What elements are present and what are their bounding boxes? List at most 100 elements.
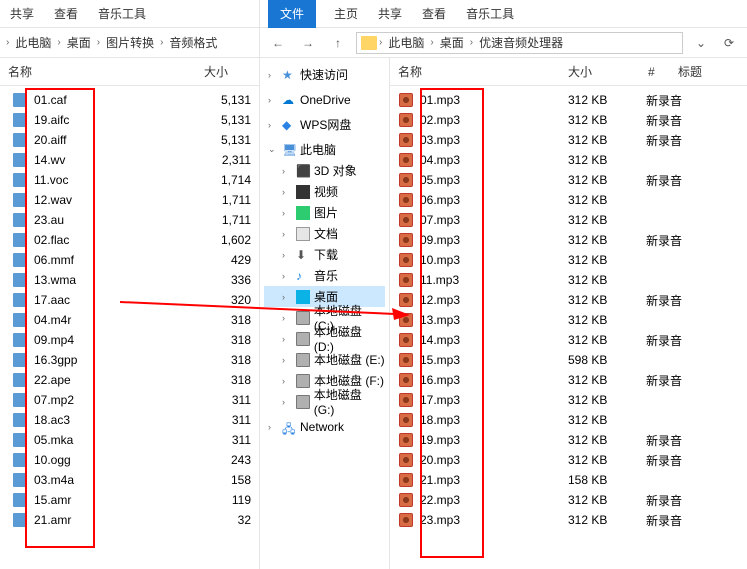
file-row[interactable]: 04.mp3 312 KB [398, 150, 747, 170]
file-row[interactable]: 15.mp3 598 KB [398, 350, 747, 370]
nav-back-button[interactable]: ← [266, 31, 290, 55]
file-row[interactable]: 18.ac3 311 [12, 410, 251, 430]
tree-item[interactable]: › 图片 [264, 202, 385, 223]
tree-quick-access[interactable]: › ★ 快速访问 [264, 64, 385, 85]
tab-view[interactable]: 查看 [420, 1, 448, 26]
file-row[interactable]: 14.mp3 312 KB 新录音 [398, 330, 747, 350]
tab-file[interactable]: 文件 [268, 0, 316, 28]
file-row[interactable]: 09.mp4 318 [12, 330, 251, 350]
tree-item[interactable]: › 文档 [264, 223, 385, 244]
tree-network[interactable]: › 🖧 Network [264, 416, 385, 437]
file-row[interactable]: 12.wav 1,711 [12, 190, 251, 210]
tree-item[interactable]: › ⬛ 3D 对象 [264, 160, 385, 181]
crumb-folder[interactable]: 优速音频处理器 [475, 32, 567, 53]
left-breadcrumb[interactable]: › 此电脑 › 桌面 › 图片转换 › 音频格式 [0, 28, 259, 58]
col-header-size[interactable]: 大小 [568, 63, 648, 80]
tree-onedrive[interactable]: › ☁ OneDrive [264, 89, 385, 110]
file-name: 15.mp3 [420, 353, 568, 367]
col-header-size[interactable]: 大小 [168, 63, 228, 80]
file-row[interactable]: 10.ogg 243 [12, 450, 251, 470]
file-name: 23.au [34, 213, 197, 227]
file-row[interactable]: 16.3gpp 318 [12, 350, 251, 370]
tab-share[interactable]: 共享 [376, 1, 404, 26]
file-row[interactable]: 20.aiff 5,131 [12, 130, 251, 150]
file-row[interactable]: 19.aifc 5,131 [12, 110, 251, 130]
col-header-index[interactable]: # [648, 65, 678, 79]
file-row[interactable]: 06.mmf 429 [12, 250, 251, 270]
mp3-file-icon [398, 352, 414, 368]
nav-forward-button[interactable]: → [296, 31, 320, 55]
tab-music-tools[interactable]: 音乐工具 [464, 1, 516, 26]
tree-item[interactable]: › 本地磁盘 (G:) [264, 391, 385, 412]
file-row[interactable]: 03.mp3 312 KB 新录音 [398, 130, 747, 150]
file-row[interactable]: 14.wv 2,311 [12, 150, 251, 170]
tree-this-pc[interactable]: ⌄ 🖥 此电脑 [264, 139, 385, 160]
tree-item[interactable]: › ⬇ 下载 [264, 244, 385, 265]
file-row[interactable]: 02.mp3 312 KB 新录音 [398, 110, 747, 130]
file-row[interactable]: 17.aac 320 [12, 290, 251, 310]
file-row[interactable]: 18.mp3 312 KB [398, 410, 747, 430]
tree-item[interactable]: › 本地磁盘 (D:) [264, 328, 385, 349]
file-size: 312 KB [568, 113, 646, 127]
chevron-right-icon: › [282, 166, 292, 176]
audio-file-icon [12, 92, 28, 108]
tab-view[interactable]: 查看 [52, 1, 80, 26]
navigation-tree: › ★ 快速访问 › ☁ OneDrive › ◆ WPS网盘 [260, 58, 390, 569]
tree-item[interactable]: › 本地磁盘 (E:) [264, 349, 385, 370]
file-row[interactable]: 06.mp3 312 KB [398, 190, 747, 210]
col-header-name[interactable]: 名称 [398, 63, 568, 80]
crumb-desktop[interactable]: 桌面 [63, 32, 95, 53]
crumb-folder[interactable]: 音频格式 [165, 32, 221, 53]
refresh-button[interactable]: ⟳ [717, 31, 741, 55]
file-row[interactable]: 23.au 1,711 [12, 210, 251, 230]
file-row[interactable]: 02.flac 1,602 [12, 230, 251, 250]
file-row[interactable]: 21.mp3 158 KB [398, 470, 747, 490]
file-row[interactable]: 05.mka 311 [12, 430, 251, 450]
file-size: 318 [197, 333, 251, 347]
file-row[interactable]: 11.mp3 312 KB [398, 270, 747, 290]
nav-up-button[interactable]: ↑ [326, 31, 350, 55]
file-row[interactable]: 01.mp3 312 KB 新录音 [398, 90, 747, 110]
file-row[interactable]: 09.mp3 312 KB 新录音 [398, 230, 747, 250]
mp3-file-icon [398, 492, 414, 508]
right-file-list: 01.mp3 312 KB 新录音 02.mp3 312 KB 新录音 03.m… [390, 86, 747, 534]
file-row[interactable]: 15.amr 119 [12, 490, 251, 510]
tree-item[interactable]: › 视频 [264, 181, 385, 202]
file-row[interactable]: 05.mp3 312 KB 新录音 [398, 170, 747, 190]
file-row[interactable]: 17.mp3 312 KB [398, 390, 747, 410]
file-row[interactable]: 16.mp3 312 KB 新录音 [398, 370, 747, 390]
file-name: 20.mp3 [420, 453, 568, 467]
crumb-folder[interactable]: 图片转换 [102, 32, 158, 53]
file-row[interactable]: 10.mp3 312 KB [398, 250, 747, 270]
tab-home[interactable]: 主页 [332, 1, 360, 26]
file-row[interactable]: 21.amr 32 [12, 510, 251, 530]
tree-item[interactable]: › ♪ 音乐 [264, 265, 385, 286]
file-row[interactable]: 04.m4r 318 [12, 310, 251, 330]
file-row[interactable]: 23.mp3 312 KB 新录音 [398, 510, 747, 530]
file-row[interactable]: 19.mp3 312 KB 新录音 [398, 430, 747, 450]
crumb-this-pc[interactable]: 此电脑 [384, 32, 428, 53]
file-row[interactable]: 13.wma 336 [12, 270, 251, 290]
address-bar[interactable]: › 此电脑 › 桌面 › 优速音频处理器 [356, 32, 683, 54]
crumb-desktop[interactable]: 桌面 [436, 32, 468, 53]
file-row[interactable]: 20.mp3 312 KB 新录音 [398, 450, 747, 470]
file-row[interactable]: 01.caf 5,131 [12, 90, 251, 110]
file-row[interactable]: 12.mp3 312 KB 新录音 [398, 290, 747, 310]
file-row[interactable]: 03.m4a 158 [12, 470, 251, 490]
tree-wps[interactable]: › ◆ WPS网盘 [264, 114, 385, 135]
chevron-right-icon: › [282, 313, 292, 323]
tab-music-tools[interactable]: 音乐工具 [96, 1, 148, 26]
folder-icon: ⬛ [296, 164, 310, 178]
file-row[interactable]: 22.mp3 312 KB 新录音 [398, 490, 747, 510]
file-row[interactable]: 22.ape 318 [12, 370, 251, 390]
crumb-this-pc[interactable]: 此电脑 [11, 32, 55, 53]
dropdown-history-button[interactable]: ⌄ [689, 31, 713, 55]
tab-share[interactable]: 共享 [8, 1, 36, 26]
col-header-title[interactable]: 标题 [678, 63, 739, 80]
file-name: 07.mp2 [34, 393, 197, 407]
file-row[interactable]: 11.voc 1,714 [12, 170, 251, 190]
file-row[interactable]: 07.mp2 311 [12, 390, 251, 410]
file-row[interactable]: 13.mp3 312 KB [398, 310, 747, 330]
col-header-name[interactable]: 名称 [8, 63, 168, 80]
file-row[interactable]: 07.mp3 312 KB [398, 210, 747, 230]
